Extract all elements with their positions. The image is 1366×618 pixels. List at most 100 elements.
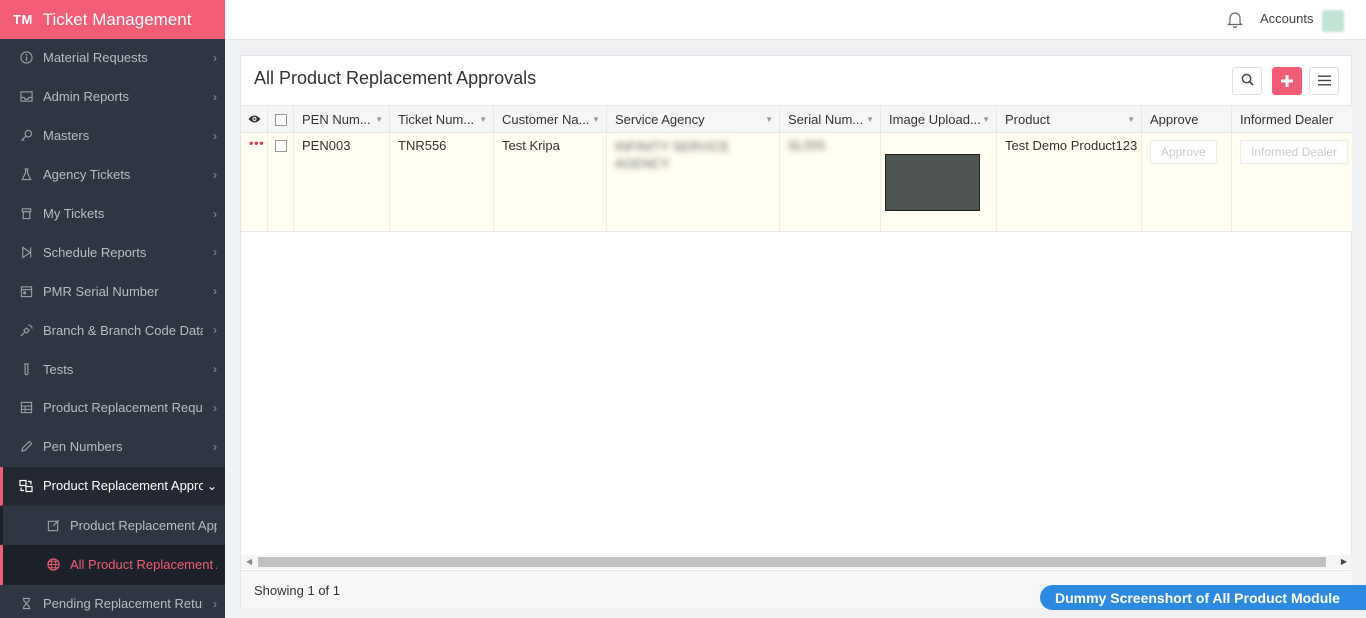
hourglass-icon: [19, 597, 33, 611]
sidebar-subitem-label: Product Replacement Appr: [70, 517, 217, 533]
informed-dealer-button[interactable]: Informed Dealer: [1240, 140, 1349, 164]
sidebar-item-my-tickets[interactable]: My Tickets ›: [0, 195, 225, 234]
edit-box-icon: [46, 518, 60, 532]
play-icon: [19, 245, 33, 259]
scroll-right-icon[interactable]: ▶: [1341, 557, 1347, 566]
sidebar-item-label: Schedule Reports: [43, 244, 147, 260]
column-header-label: Product: [1005, 112, 1050, 127]
sidebar-subitem-product-replacement-approvals[interactable]: Product Replacement Appr: [0, 505, 225, 546]
column-header-label: Approve: [1150, 112, 1199, 127]
sidebar-item-label: Product Replacement Approv: [43, 478, 203, 494]
sidebar-item-label: My Tickets: [43, 206, 105, 221]
sidebar-item-schedule-reports[interactable]: Schedule Reports ›: [0, 233, 225, 272]
approve-button[interactable]: Approve: [1150, 140, 1217, 164]
column-header-pen-number[interactable]: PEN Num... ▼: [294, 106, 390, 133]
sidebar-item-product-replacement-approvals[interactable]: Product Replacement Approv ⌄: [0, 466, 225, 506]
cell-informed-dealer: Informed Dealer: [1232, 133, 1352, 231]
sidebar: TM Ticket Management Material Requests ›…: [0, 0, 225, 618]
sidebar-item-pmr-serial-number[interactable]: PMR Serial Number ›: [0, 272, 225, 311]
row-checkbox[interactable]: [275, 140, 287, 152]
scrollbar-thumb[interactable]: [258, 557, 1326, 567]
sidebar-item-label: Masters: [43, 128, 90, 144]
sidebar-item-agency-tickets[interactable]: Agency Tickets ›: [0, 156, 225, 195]
chevron-right-icon: ›: [213, 167, 217, 182]
cell-service-agency: INFINITY SERVICE AGENCY: [607, 133, 780, 231]
brand-title: Ticket Management: [42, 9, 192, 29]
brand-header[interactable]: TM Ticket Management: [0, 0, 225, 39]
sidebar-item-material-requests[interactable]: Material Requests ›: [0, 39, 225, 78]
column-header-serial-number[interactable]: Serial Num... ▼: [780, 106, 881, 133]
sidebar-item-label: Material Requests: [43, 50, 148, 66]
chevron-down-icon: ⌄: [207, 478, 218, 493]
sidebar-item-pen-numbers[interactable]: Pen Numbers ›: [0, 428, 225, 467]
more-actions-icon[interactable]: •••: [249, 136, 265, 150]
cell-pen-number: PEN003: [294, 133, 390, 231]
sort-icon[interactable]: ▼: [592, 115, 600, 124]
uploaded-image-thumbnail[interactable]: [885, 154, 980, 211]
calendar-icon: [19, 284, 33, 298]
chevron-right-icon: ›: [213, 89, 217, 104]
hamburger-menu-icon: [1317, 74, 1331, 89]
satellite-icon: [19, 323, 33, 337]
sort-icon[interactable]: ▼: [982, 115, 990, 124]
column-header-customer-name[interactable]: Customer Na... ▼: [494, 106, 607, 133]
column-header-informed-dealer[interactable]: Informed Dealer: [1232, 106, 1352, 133]
sort-icon[interactable]: ▼: [866, 115, 874, 124]
sort-icon[interactable]: ▼: [1127, 115, 1135, 124]
cell-serial-number: SL555: [780, 133, 881, 231]
sidebar-item-admin-reports[interactable]: Admin Reports ›: [0, 78, 225, 117]
table-header: PEN Num... ▼ Ticket Num... ▼ Customer Na..…: [241, 105, 1352, 133]
sidebar-item-masters[interactable]: Masters ›: [0, 117, 225, 156]
column-header-label: Informed Dealer: [1240, 112, 1334, 127]
accounts-link[interactable]: Accounts: [1260, 11, 1313, 26]
column-header-ticket-number[interactable]: Ticket Num... ▼: [390, 106, 494, 133]
column-header-approve[interactable]: Approve: [1142, 106, 1232, 133]
column-header-label: PEN Num...: [302, 112, 371, 127]
grid-icon: [19, 401, 33, 415]
sort-icon[interactable]: ▼: [375, 115, 383, 124]
serial-number-value: SL555: [788, 138, 826, 153]
select-all-checkbox[interactable]: [275, 113, 287, 126]
column-visibility-toggle[interactable]: [241, 106, 268, 133]
pen-icon: [19, 440, 33, 454]
column-header-label: Ticket Num...: [398, 112, 475, 127]
sidebar-item-tests[interactable]: Tests ›: [0, 350, 225, 389]
more-options-button[interactable]: [1309, 67, 1339, 95]
chevron-right-icon: ›: [213, 128, 217, 143]
chevron-right-icon: ›: [213, 284, 217, 299]
table-row[interactable]: ••• PEN003 TNR556 Test Kripa INFINITY SE…: [241, 133, 1352, 232]
sidebar-subitem-all-product-replacement-approvals[interactable]: All Product Replacement A: [0, 545, 225, 585]
info-circle-icon: [19, 51, 33, 65]
sort-icon[interactable]: ▼: [479, 115, 487, 124]
sidebar-item-label: Product Replacement Reque:: [43, 400, 203, 416]
watermark-banner: Dummy Screenshort of All Product Module: [1040, 585, 1366, 610]
brand-logo: TM: [13, 12, 33, 27]
sidebar-item-label: Tests: [43, 361, 74, 377]
chevron-right-icon: ›: [213, 439, 217, 454]
chevron-right-icon: ›: [213, 362, 217, 377]
cell-ticket-number: TNR556: [390, 133, 494, 231]
column-header-label: Image Upload...: [889, 112, 981, 127]
column-header-image-upload[interactable]: Image Upload... ▼: [881, 106, 997, 133]
chevron-right-icon: ›: [213, 323, 217, 338]
column-header-label: Service Agency: [615, 112, 705, 127]
inbox-icon: [19, 90, 33, 104]
search-button[interactable]: [1232, 67, 1262, 95]
column-header-service-agency[interactable]: Service Agency ▼: [607, 106, 780, 133]
tube-icon: [19, 362, 33, 376]
column-header-product[interactable]: Product ▼: [997, 106, 1142, 133]
sort-icon[interactable]: ▼: [765, 115, 773, 124]
sidebar-item-product-replacement-requests[interactable]: Product Replacement Reque: ›: [0, 389, 225, 428]
avatar[interactable]: [1322, 10, 1344, 32]
sidebar-subitem-label: All Product Replacement A: [70, 557, 217, 573]
sidebar-item-branch-code[interactable]: Branch & Branch Code Datal ›: [0, 311, 225, 350]
add-record-button[interactable]: [1272, 67, 1302, 95]
row-actions-cell: •••: [241, 133, 268, 231]
chevron-right-icon: ›: [213, 206, 217, 221]
cell-image-upload: [881, 133, 997, 231]
scroll-left-icon[interactable]: ◀: [246, 557, 252, 566]
search-icon: [1241, 73, 1254, 89]
bell-icon[interactable]: [1227, 10, 1243, 29]
horizontal-scrollbar[interactable]: ◀ ▶: [241, 555, 1352, 569]
sidebar-item-pending-replacement-returns[interactable]: Pending Replacement Return ›: [0, 585, 225, 618]
